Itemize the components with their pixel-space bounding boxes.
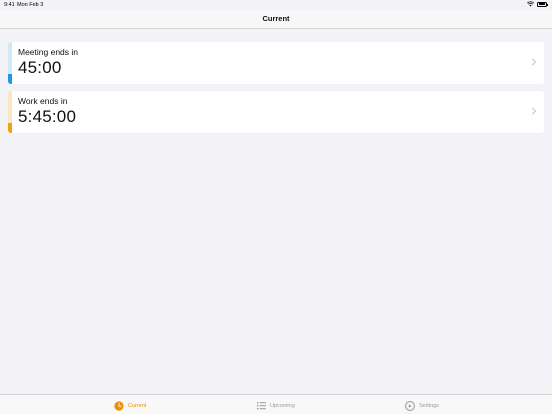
page-title: Current xyxy=(262,14,290,23)
settings-icon xyxy=(405,400,415,411)
chevron-right-icon xyxy=(532,58,537,66)
timer-time: 5:45:00 xyxy=(18,107,77,126)
battery-icon xyxy=(537,1,548,7)
timer-card-work[interactable]: Work ends in 5:45:00 xyxy=(8,91,544,133)
tab-bar: Current Upcoming Settings xyxy=(0,394,552,414)
navigation-bar: Current xyxy=(0,10,552,29)
timer-time: 45:00 xyxy=(18,58,62,77)
timer-card-meeting[interactable]: Meeting ends in 45:00 xyxy=(8,42,544,84)
chevron-right-icon xyxy=(532,107,537,115)
status-date: Mon Feb 3 xyxy=(17,2,44,8)
tab-label: Current xyxy=(128,402,147,409)
progress-fill xyxy=(8,73,12,84)
tab-label: Settings xyxy=(419,402,439,409)
clock-icon xyxy=(114,400,124,411)
progress-fill xyxy=(8,122,12,133)
wifi-icon xyxy=(527,1,534,7)
tab-upcoming[interactable]: Upcoming xyxy=(257,400,295,411)
status-time: 9:41 xyxy=(4,2,15,8)
list-icon xyxy=(257,402,266,410)
tab-settings[interactable]: Settings xyxy=(405,400,439,411)
timer-label: Meeting ends in xyxy=(18,47,79,57)
timer-label: Work ends in xyxy=(18,96,68,106)
status-bar: 9:41 Mon Feb 3 xyxy=(0,0,552,10)
progress-track xyxy=(8,91,12,123)
status-indicators xyxy=(527,1,548,7)
tab-label: Upcoming xyxy=(270,402,295,409)
progress-track xyxy=(8,42,12,74)
tab-current[interactable]: Current xyxy=(114,400,146,411)
